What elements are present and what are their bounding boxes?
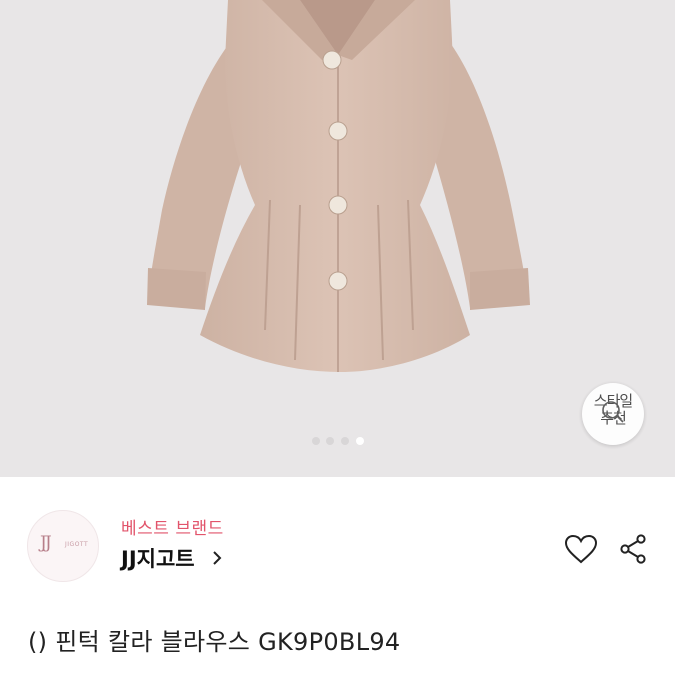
- product-photo: [147, 0, 530, 372]
- brand-name: JJ지고트: [121, 547, 195, 571]
- style-recommend-button[interactable]: 스타일 추천: [582, 383, 644, 445]
- brand-badge-label: 베스트 브랜드: [121, 519, 224, 539]
- pagination-dot[interactable]: [341, 437, 349, 445]
- magnifier-icon: [602, 401, 624, 423]
- product-title: () 핀턱 칼라 블라우스 GK9P0BL94: [28, 628, 401, 656]
- brand-logo[interactable]: JJ JIGOTT: [27, 510, 99, 582]
- brand-logo-sub: JIGOTT: [65, 541, 89, 548]
- pagination-dot[interactable]: [326, 437, 334, 445]
- chevron-right-icon: [212, 551, 222, 565]
- pagination-dot-active[interactable]: [356, 437, 364, 445]
- brand-logo-mark: JJ: [40, 533, 52, 553]
- brand-section: JJ JIGOTT 베스트 브랜드 JJ지고트: [0, 477, 675, 597]
- share-icon[interactable]: [618, 533, 648, 565]
- brand-name-link[interactable]: JJ지고트: [121, 543, 223, 573]
- pagination-dot[interactable]: [312, 437, 320, 445]
- product-image-gallery[interactable]: 스타일 추천: [0, 0, 675, 477]
- heart-outline-icon[interactable]: [564, 534, 598, 566]
- gallery-pagination: [0, 437, 675, 447]
